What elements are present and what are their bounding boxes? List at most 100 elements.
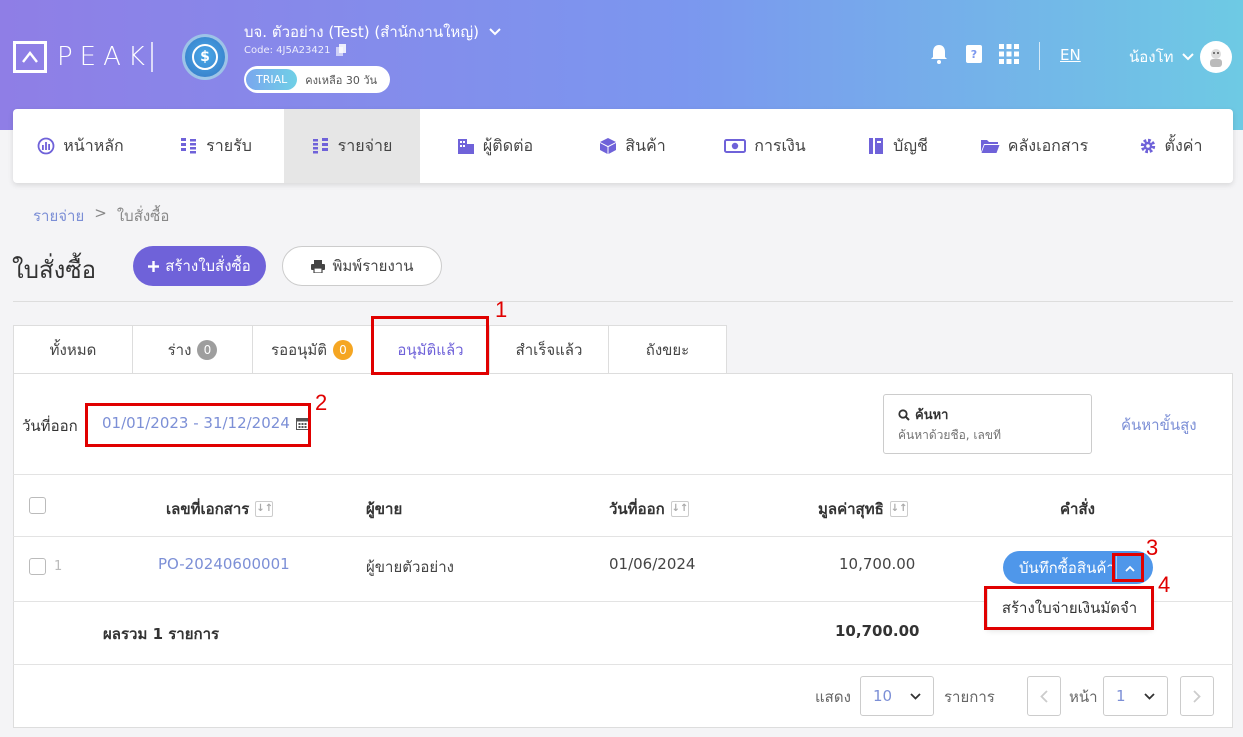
nav-label: ตั้งค่า: [1164, 135, 1203, 155]
logo-mark-icon: [13, 41, 47, 73]
nav-label: รายจ่าย: [337, 135, 393, 155]
nav-label: คลังเอกสาร: [1007, 135, 1089, 155]
user-name: น้องโท: [1129, 48, 1174, 66]
doc-number-link[interactable]: PO-20240600001: [158, 555, 290, 573]
status-tabs: ทั้งหมด ร่าง 0 รออนุมัติ 0 อนุมัติแล้ว ส…: [13, 325, 727, 374]
printer-icon: [310, 259, 325, 273]
user-menu[interactable]: น้องโท: [1129, 45, 1194, 69]
tab-awaiting-approval[interactable]: รออนุมัติ 0: [252, 325, 371, 374]
record-purchase-label: บันทึกซื้อสินค้า: [1019, 558, 1115, 577]
header-bottom-line: [13, 536, 1233, 537]
logo-text: PEAK: [57, 42, 152, 72]
column-header-date[interactable]: วันที่ออก ↓↑: [609, 497, 689, 521]
avatar[interactable]: [1200, 41, 1232, 73]
breadcrumb-parent[interactable]: รายจ่าย: [33, 204, 84, 228]
chevron-down-icon: [1181, 53, 1194, 61]
nav-item-settings[interactable]: ตั้งค่า: [1108, 109, 1233, 183]
company-switcher[interactable]: บจ. ตัวอย่าง (Test) (สำนักงานใหญ่): [244, 20, 501, 44]
company-avatar[interactable]: $: [182, 34, 228, 80]
select-all-checkbox[interactable]: [29, 497, 46, 514]
dollar-coin-icon: $: [192, 44, 218, 70]
header-label: เลขที่เอกสาร: [166, 500, 250, 518]
page-size-select[interactable]: 10: [860, 676, 934, 716]
print-report-button[interactable]: พิมพ์รายงาน: [282, 246, 442, 286]
contacts-icon: [457, 139, 474, 154]
nav-item-income[interactable]: รายรับ: [148, 109, 284, 183]
bell-icon[interactable]: [928, 43, 950, 65]
row-number: 1: [54, 559, 63, 574]
next-page-button[interactable]: [1180, 676, 1214, 716]
nav-item-documents[interactable]: คลังเอกสาร: [960, 109, 1108, 183]
annotation-box-1: [371, 316, 489, 375]
chevron-down-icon: [910, 692, 921, 700]
tab-label: ถังขยะ: [645, 340, 690, 359]
nav-label: การเงิน: [754, 135, 806, 155]
help-book-icon[interactable]: ?: [963, 43, 985, 65]
ledger-icon: [869, 138, 884, 154]
apps-grid-icon[interactable]: [998, 43, 1020, 65]
column-header-net[interactable]: มูลค่าสุทธิ ↓↑: [818, 497, 908, 521]
nav-item-home[interactable]: หน้าหลัก: [13, 109, 148, 183]
peak-logo[interactable]: PEAK: [13, 40, 152, 74]
column-header-doc-no[interactable]: เลขที่เอกสาร ↓↑: [166, 497, 274, 521]
annotation-number-4: 4: [1158, 572, 1171, 597]
column-header-action: คำสั่ง: [1060, 497, 1095, 521]
nav-label: หน้าหลัก: [63, 135, 124, 155]
sort-icon[interactable]: ↓↑: [255, 501, 274, 517]
row-checkbox[interactable]: [29, 558, 46, 575]
prev-page-button[interactable]: [1027, 676, 1061, 716]
page-title: ใบสั่งซื้อ: [12, 256, 97, 284]
create-purchase-order-button[interactable]: สร้างใบสั่งซื้อ: [133, 246, 266, 286]
tab-trash[interactable]: ถังขยะ: [608, 325, 727, 374]
trial-remaining: คงเหลือ 30 วัน: [305, 73, 378, 87]
breadcrumb: รายจ่าย > ใบสั่งซื้อ: [33, 204, 169, 228]
income-icon: [181, 138, 197, 154]
tab-draft[interactable]: ร่าง 0: [132, 325, 252, 374]
page-label: หน้า: [1069, 688, 1098, 706]
nav-item-products[interactable]: สินค้า: [570, 109, 695, 183]
svg-text:?: ?: [971, 48, 977, 61]
net-amount-cell: 10,700.00: [839, 555, 916, 573]
main-nav: หน้าหลัก รายรับ รายจ่าย ผู้ติดต่อ สินค้า…: [13, 109, 1233, 183]
annotation-box-3: [1112, 553, 1144, 582]
nav-item-finance[interactable]: การเงิน: [695, 109, 835, 183]
nav-item-accounting[interactable]: บัญชี: [835, 109, 960, 183]
column-header-vendor: ผู้ขาย: [366, 497, 402, 521]
tab-label: สำเร็จแล้ว: [515, 340, 583, 359]
top-icons: ?: [928, 43, 1033, 65]
chevron-down-icon: [489, 28, 501, 36]
company-code: Code: 4J5A23421: [244, 44, 347, 56]
folder-icon: [980, 140, 1000, 153]
trial-badge: TRIAL: [246, 69, 298, 90]
annotation-number-2: 2: [315, 390, 328, 415]
tab-completed[interactable]: สำเร็จแล้ว: [489, 325, 608, 374]
show-label: แสดง: [815, 688, 851, 706]
nav-label: ผู้ติดต่อ: [482, 135, 534, 155]
company-name: บจ. ตัวอย่าง (Test) (สำนักงานใหญ่): [244, 23, 479, 41]
nav-item-contacts[interactable]: ผู้ติดต่อ: [420, 109, 570, 183]
search-box: ค้นหา: [883, 394, 1092, 454]
sort-icon[interactable]: ↓↑: [889, 501, 908, 517]
page-select[interactable]: 1: [1103, 676, 1168, 716]
sort-icon[interactable]: ↓↑: [670, 501, 689, 517]
nav-item-expense[interactable]: รายจ่าย: [284, 109, 420, 183]
count-badge: 0: [332, 339, 353, 360]
box-icon: [600, 138, 617, 154]
advanced-search-link[interactable]: ค้นหาขั้นสูง: [1121, 413, 1197, 437]
annotation-box-2: [85, 403, 311, 447]
search-icon: [898, 408, 910, 421]
annotation-box-4: [984, 586, 1154, 630]
header-label: มูลค่าสุทธิ: [818, 500, 884, 518]
divider: [13, 301, 1233, 302]
plus-icon: [148, 260, 160, 272]
annotation-number-3: 3: [1146, 535, 1159, 560]
search-input[interactable]: [898, 428, 1083, 442]
top-separator: [1039, 42, 1040, 70]
search-label: ค้นหา: [915, 408, 949, 423]
language-switch[interactable]: EN: [1060, 46, 1081, 64]
header-label: คำสั่ง: [1060, 500, 1095, 518]
create-button-label: สร้างใบสั่งซื้อ: [165, 257, 251, 275]
tab-all[interactable]: ทั้งหมด: [13, 325, 132, 374]
vendor-cell: ผู้ขายตัวอย่าง: [366, 558, 454, 576]
copy-icon[interactable]: [336, 44, 347, 56]
